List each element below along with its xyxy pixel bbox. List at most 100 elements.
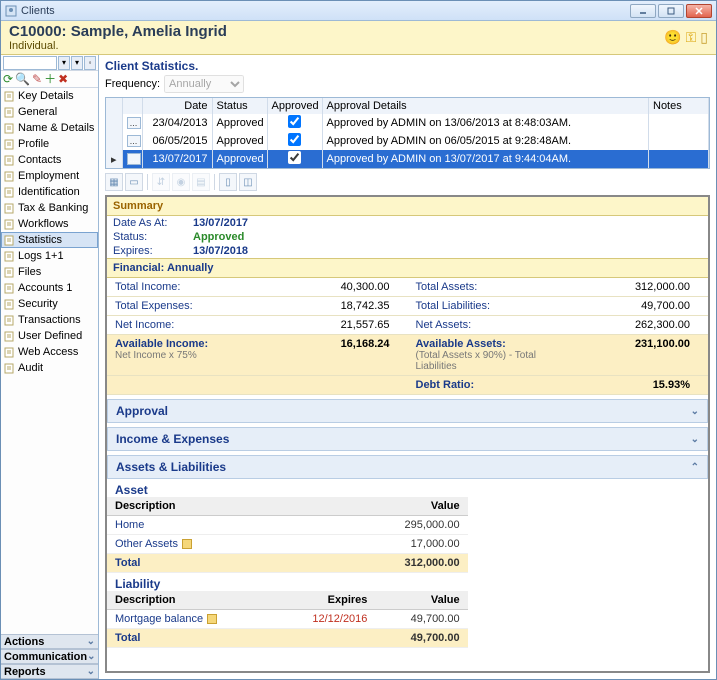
doc-icon: ▤	[192, 173, 210, 191]
frequency-select[interactable]: Annually	[164, 75, 244, 93]
sidebar-item-contacts[interactable]: Contacts	[1, 152, 98, 168]
client-header: C10000: Sample, Amelia Ingrid Individual…	[1, 21, 716, 55]
client-title: C10000: Sample, Amelia Ingrid	[9, 23, 227, 40]
bookmark-icon[interactable]: ▯	[700, 29, 708, 46]
sidebar-item-audit[interactable]: Audit	[1, 360, 98, 376]
panel-title: Client Statistics.	[99, 55, 716, 75]
total-income-value: 40,300.00	[277, 278, 408, 297]
approved-checkbox[interactable]	[288, 151, 301, 164]
sidebar-item-security[interactable]: Security	[1, 296, 98, 312]
add-icon[interactable]: ＋	[44, 73, 56, 85]
sidebar-item-accounts-1[interactable]: Accounts 1	[1, 280, 98, 296]
sidebar-item-employment[interactable]: Employment	[1, 168, 98, 184]
layout1-icon[interactable]: ▯	[219, 173, 237, 191]
financial-grid: Total Income: 40,300.00 Total Assets: 31…	[107, 278, 708, 395]
key-icon[interactable]: ⚿	[686, 29, 697, 46]
debt-ratio-label: Debt Ratio:	[408, 376, 578, 395]
expires-label: Expires:	[113, 245, 193, 257]
detail-content: Summary Date As At:13/07/2017 Status:App…	[105, 195, 710, 673]
sidebar-item-general[interactable]: General	[1, 104, 98, 120]
note-icon	[182, 539, 192, 549]
view-card-icon[interactable]: ▭	[125, 173, 143, 191]
sidebar-search-input[interactable]	[3, 56, 57, 70]
sidebar-search-dropdown[interactable]: ▾	[58, 56, 70, 70]
maximize-button[interactable]	[658, 4, 684, 18]
asset-total-value: 312,000.00	[311, 554, 467, 573]
delete-icon[interactable]: ✖	[58, 73, 68, 85]
liab-total-value: 49,700.00	[375, 629, 467, 648]
edit-icon[interactable]: ✎	[32, 73, 42, 85]
grid-row[interactable]: …06/05/2015ApprovedApproved by ADMIN on …	[106, 132, 709, 150]
net-assets-label: Net Assets:	[408, 316, 578, 335]
col-status[interactable]: Status	[212, 98, 267, 114]
window-title: Clients	[21, 5, 55, 17]
asset-row[interactable]: Home295,000.00	[107, 516, 468, 535]
approved-checkbox[interactable]	[288, 115, 301, 128]
face-icon[interactable]: 🙂	[664, 29, 681, 46]
sidebar-section-reports[interactable]: Reports⌄	[1, 664, 98, 679]
accordion-assets-liabilities[interactable]: Assets & Liabilities⌃	[107, 455, 708, 479]
total-expenses-label: Total Expenses:	[107, 297, 277, 316]
sidebar-item-name-details[interactable]: Name & Details	[1, 120, 98, 136]
liab-col-value: Value	[375, 591, 467, 610]
approved-checkbox[interactable]	[288, 133, 301, 146]
expires-value: 13/07/2018	[193, 245, 248, 257]
avail-income-label: Available Income:Net Income x 75%	[107, 335, 277, 376]
sidebar-item-files[interactable]: Files	[1, 264, 98, 280]
sidebar-search-go[interactable]: ▾	[71, 56, 83, 70]
avail-assets-value: 231,100.00	[577, 335, 708, 376]
summary-header: Summary	[107, 197, 708, 216]
view-grid-icon[interactable]: ▦	[105, 173, 123, 191]
status-label: Status:	[113, 231, 193, 243]
asset-row[interactable]: Other Assets17,000.00	[107, 535, 468, 554]
asset-col-value: Value	[311, 497, 467, 516]
asset-subheader: Asset	[107, 479, 708, 497]
status-value: Approved	[193, 231, 244, 243]
sidebar-item-statistics[interactable]: Statistics	[1, 232, 98, 248]
sidebar-item-transactions[interactable]: Transactions	[1, 312, 98, 328]
row-ellipsis-button[interactable]: …	[127, 117, 141, 129]
chevron-down-icon: ⌄	[691, 406, 699, 417]
minimize-button[interactable]	[630, 4, 656, 18]
history-grid[interactable]: Date Status Approved Approval Details No…	[105, 97, 710, 169]
accordion-approval[interactable]: Approval⌄	[107, 399, 708, 423]
liability-row[interactable]: Mortgage balance12/12/201649,700.00	[107, 610, 468, 629]
search-icon[interactable]: 🔍	[15, 73, 30, 85]
grid-row[interactable]: …23/04/2013ApprovedApproved by ADMIN on …	[106, 114, 709, 132]
sidebar-item-workflows[interactable]: Workflows	[1, 216, 98, 232]
col-notes[interactable]: Notes	[649, 98, 709, 114]
refresh-icon[interactable]: ⟳	[3, 73, 13, 85]
sidebar-item-profile[interactable]: Profile	[1, 136, 98, 152]
col-date[interactable]: Date	[142, 98, 212, 114]
sidebar-section-actions[interactable]: Actions⌄	[1, 634, 98, 649]
app-window: Clients C10000: Sample, Amelia Ingrid In…	[0, 0, 717, 680]
grid-row[interactable]: ▸…13/07/2017ApprovedApproved by ADMIN on…	[106, 150, 709, 168]
sidebar-item-user-defined[interactable]: User Defined	[1, 328, 98, 344]
frequency-label: Frequency:	[105, 78, 160, 90]
avail-assets-label: Available Assets:(Total Assets x 90%) - …	[408, 335, 578, 376]
row-ellipsis-button[interactable]: …	[127, 135, 141, 147]
sidebar-section-communication[interactable]: Communication⌄	[1, 649, 98, 664]
net-income-label: Net Income:	[107, 316, 277, 335]
col-approved[interactable]: Approved	[267, 98, 322, 114]
row-ellipsis-button[interactable]: …	[127, 153, 141, 165]
total-liabilities-value: 49,700.00	[577, 297, 708, 316]
sidebar-item-logs-1-1[interactable]: Logs 1+1	[1, 248, 98, 264]
user-icon: ◉	[172, 173, 190, 191]
layout2-icon[interactable]: ◫	[239, 173, 257, 191]
asset-col-desc: Description	[107, 497, 311, 516]
sidebar-item-key-details[interactable]: Key Details	[1, 88, 98, 104]
sidebar-item-identification[interactable]: Identification	[1, 184, 98, 200]
total-assets-label: Total Assets:	[408, 278, 578, 297]
titlebar: Clients	[1, 1, 716, 21]
detail-toolbar: ▦ ▭ ⇵ ◉ ▤ ▯ ◫	[99, 169, 716, 195]
sidebar-search-more[interactable]: ◦	[84, 56, 96, 70]
sidebar-item-tax-banking[interactable]: Tax & Banking	[1, 200, 98, 216]
col-details[interactable]: Approval Details	[322, 98, 649, 114]
close-button[interactable]	[686, 4, 712, 18]
net-assets-value: 262,300.00	[577, 316, 708, 335]
accordion-income-expenses[interactable]: Income & Expenses⌄	[107, 427, 708, 451]
sidebar-list: Key DetailsGeneralName & DetailsProfileC…	[1, 88, 98, 634]
sidebar-item-web-access[interactable]: Web Access	[1, 344, 98, 360]
sidebar: ▾ ▾ ◦ ⟳ 🔍 ✎ ＋ ✖ Key DetailsGeneralName &…	[1, 55, 99, 679]
